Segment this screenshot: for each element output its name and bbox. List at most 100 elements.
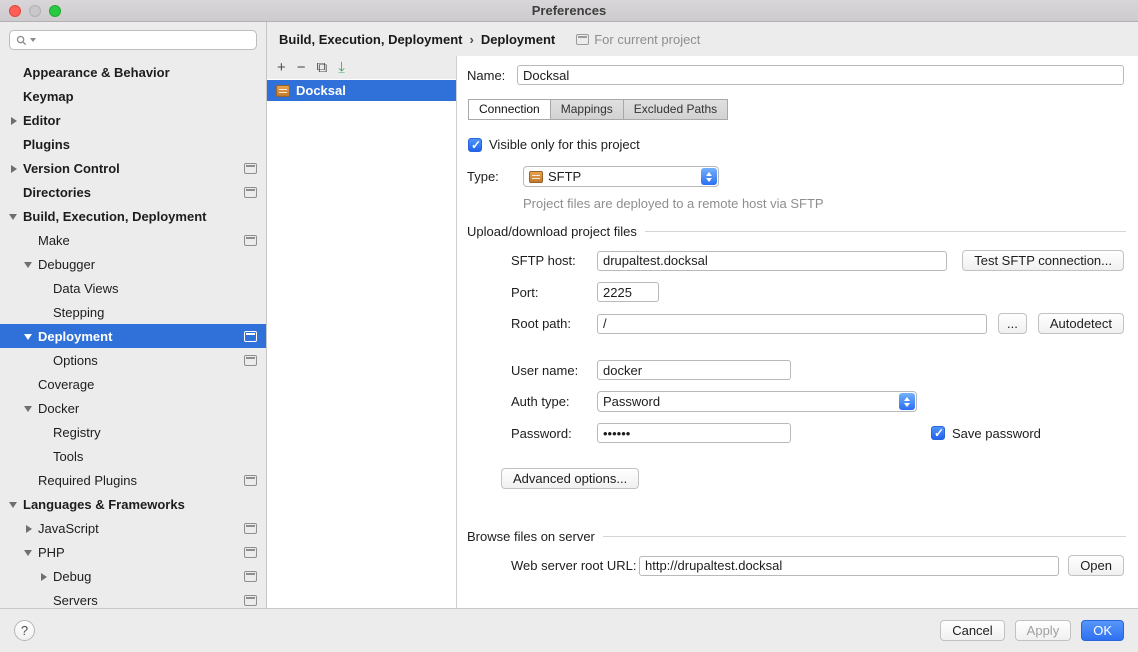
sidebar-item-label: Data Views: [53, 281, 119, 296]
sidebar-item-label: Languages & Frameworks: [23, 497, 185, 512]
search-input[interactable]: [39, 33, 250, 47]
zoom-window-icon[interactable]: [49, 5, 61, 17]
tree-indent-spacer: [8, 91, 19, 102]
ok-button[interactable]: OK: [1081, 620, 1124, 641]
sidebar-item-languages-frameworks[interactable]: Languages & Frameworks: [0, 492, 266, 516]
browse-root-path-button[interactable]: ...: [998, 313, 1027, 334]
save-password-checkbox[interactable]: [931, 426, 945, 440]
open-button[interactable]: Open: [1068, 555, 1124, 576]
sidebar-item-debugger[interactable]: Debugger: [0, 252, 266, 276]
advanced-options-button[interactable]: Advanced options...: [501, 468, 639, 489]
tab-mappings[interactable]: Mappings: [550, 99, 624, 120]
deployment-form: Name: ConnectionMappingsExcluded Paths V…: [457, 56, 1138, 608]
tab-connection[interactable]: Connection: [468, 99, 551, 120]
sidebar-item-options[interactable]: Options: [0, 348, 266, 372]
close-window-icon[interactable]: [9, 5, 21, 17]
port-input[interactable]: [597, 282, 659, 302]
name-input[interactable]: [517, 65, 1124, 85]
breadcrumb-page: Deployment: [481, 32, 555, 47]
breadcrumb-separator: ›: [469, 32, 473, 47]
sftp-host-input[interactable]: [597, 251, 947, 271]
titlebar: Preferences: [0, 0, 1138, 22]
user-name-input[interactable]: [597, 360, 791, 380]
visible-only-checkbox[interactable]: [468, 138, 482, 152]
sidebar-item-make[interactable]: Make: [0, 228, 266, 252]
sidebar-item-php[interactable]: PHP: [0, 540, 266, 564]
expand-arrow-icon[interactable]: [8, 115, 19, 126]
sidebar-item-label: Stepping: [53, 305, 104, 320]
sidebar-item-editor[interactable]: Editor: [0, 108, 266, 132]
sidebar-item-required-plugins[interactable]: Required Plugins: [0, 468, 266, 492]
breadcrumb-group[interactable]: Build, Execution, Deployment: [279, 32, 462, 47]
sidebar-item-docker[interactable]: Docker: [0, 396, 266, 420]
sidebar-item-version-control[interactable]: Version Control: [0, 156, 266, 180]
sidebar-item-label: Build, Execution, Deployment: [23, 209, 206, 224]
upload-section-header: Upload/download project files: [467, 224, 1126, 239]
import-config-icon[interactable]: ⤓: [338, 60, 345, 75]
remove-icon[interactable]: −: [297, 60, 306, 75]
sidebar-item-build-execution-deployment[interactable]: Build, Execution, Deployment: [0, 204, 266, 228]
browse-section-title: Browse files on server: [467, 529, 595, 544]
sidebar-item-registry[interactable]: Registry: [0, 420, 266, 444]
sidebar-item-coverage[interactable]: Coverage: [0, 372, 266, 396]
autodetect-button[interactable]: Autodetect: [1038, 313, 1124, 334]
password-input[interactable]: [597, 423, 791, 443]
sidebar-item-label: PHP: [38, 545, 65, 560]
cancel-button[interactable]: Cancel: [940, 620, 1004, 641]
expand-arrow-icon[interactable]: [23, 523, 34, 534]
collapse-arrow-icon[interactable]: [23, 259, 34, 270]
expand-arrow-icon[interactable]: [38, 571, 49, 582]
sidebar-item-debug[interactable]: Debug: [0, 564, 266, 588]
add-icon[interactable]: +: [277, 60, 286, 75]
expand-arrow-icon[interactable]: [8, 163, 19, 174]
sidebar-item-servers[interactable]: Servers: [0, 588, 266, 608]
auth-type-select[interactable]: Password: [597, 391, 917, 412]
tree-indent-spacer: [38, 595, 49, 606]
sidebar-item-stepping[interactable]: Stepping: [0, 300, 266, 324]
sidebar-item-javascript[interactable]: JavaScript: [0, 516, 266, 540]
scope-indicator: For current project: [576, 32, 700, 47]
test-sftp-connection-button[interactable]: Test SFTP connection...: [962, 250, 1124, 271]
sftp-type-icon: [529, 171, 543, 183]
sidebar-item-appearance-behavior[interactable]: Appearance & Behavior: [0, 60, 266, 84]
type-help-text: Project files are deployed to a remote h…: [523, 196, 1126, 211]
sidebar-item-label: Version Control: [23, 161, 120, 176]
help-button[interactable]: ?: [14, 620, 35, 641]
collapse-arrow-icon[interactable]: [8, 499, 19, 510]
web-root-label: Web server root URL:: [511, 558, 639, 573]
window-controls: [9, 5, 61, 17]
sidebar-item-label: Servers: [53, 593, 98, 608]
sidebar-item-label: Required Plugins: [38, 473, 137, 488]
type-select[interactable]: SFTP: [523, 166, 719, 187]
sidebar-item-directories[interactable]: Directories: [0, 180, 266, 204]
web-root-input[interactable]: [639, 556, 1059, 576]
auth-type-label: Auth type:: [511, 394, 597, 409]
breadcrumb: Build, Execution, Deployment › Deploymen…: [267, 22, 1138, 56]
sidebar-item-deployment[interactable]: Deployment: [0, 324, 266, 348]
copy-icon[interactable]: ⧉: [317, 60, 328, 75]
minimize-window-icon: [29, 5, 41, 17]
collapse-arrow-icon[interactable]: [23, 547, 34, 558]
tab-excluded-paths[interactable]: Excluded Paths: [623, 99, 728, 120]
sidebar-item-label: Keymap: [23, 89, 74, 104]
sidebar-item-tools[interactable]: Tools: [0, 444, 266, 468]
collapse-arrow-icon[interactable]: [23, 403, 34, 414]
sidebar-item-keymap[interactable]: Keymap: [0, 84, 266, 108]
root-path-input[interactable]: [597, 314, 987, 334]
collapse-arrow-icon[interactable]: [23, 331, 34, 342]
sidebar-item-label: Docker: [38, 401, 79, 416]
apply-button[interactable]: Apply: [1015, 620, 1072, 641]
tree-indent-spacer: [38, 427, 49, 438]
settings-search[interactable]: [9, 30, 257, 50]
sftp-server-icon: [276, 85, 290, 97]
visible-only-label: Visible only for this project: [489, 137, 640, 152]
sidebar-item-plugins[interactable]: Plugins: [0, 132, 266, 156]
sidebar-item-data-views[interactable]: Data Views: [0, 276, 266, 300]
server-list-item[interactable]: Docksal: [267, 80, 456, 101]
collapse-arrow-icon[interactable]: [8, 211, 19, 222]
tree-indent-spacer: [8, 67, 19, 78]
tree-indent-spacer: [23, 235, 34, 246]
sidebar-item-label: Debug: [53, 569, 91, 584]
tab-bar: ConnectionMappingsExcluded Paths: [468, 99, 1126, 120]
search-scope-arrow-icon[interactable]: [30, 38, 36, 42]
